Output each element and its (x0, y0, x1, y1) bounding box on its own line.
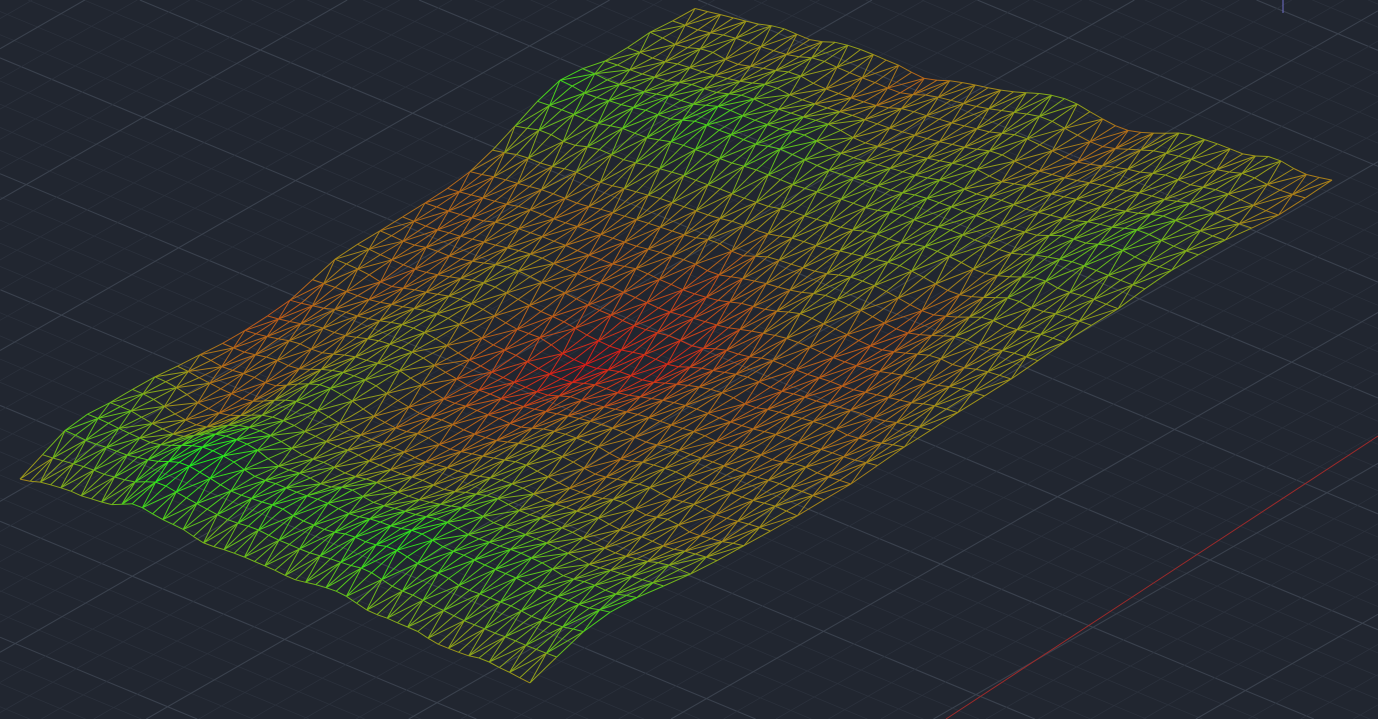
model-space-canvas[interactable] (0, 0, 1378, 719)
mesh-edge (755, 255, 768, 258)
mesh-edge (547, 394, 560, 397)
mesh-edge (1128, 148, 1141, 151)
mesh-edge (1026, 92, 1040, 94)
mesh-edge (937, 79, 950, 82)
mesh-edge (1140, 131, 1154, 134)
mesh-edge (943, 335, 956, 337)
mesh-edge (822, 41, 836, 43)
mesh-edge (308, 383, 320, 386)
drawing-viewport[interactable] (0, 0, 1378, 719)
mesh-edge (1115, 148, 1129, 150)
mesh-edge (1255, 155, 1269, 157)
mesh-edge (776, 310, 789, 313)
mesh-edge (653, 381, 666, 384)
mesh-edge (1023, 254, 1036, 256)
mesh-edge (160, 444, 172, 446)
mesh-edge (299, 368, 311, 370)
